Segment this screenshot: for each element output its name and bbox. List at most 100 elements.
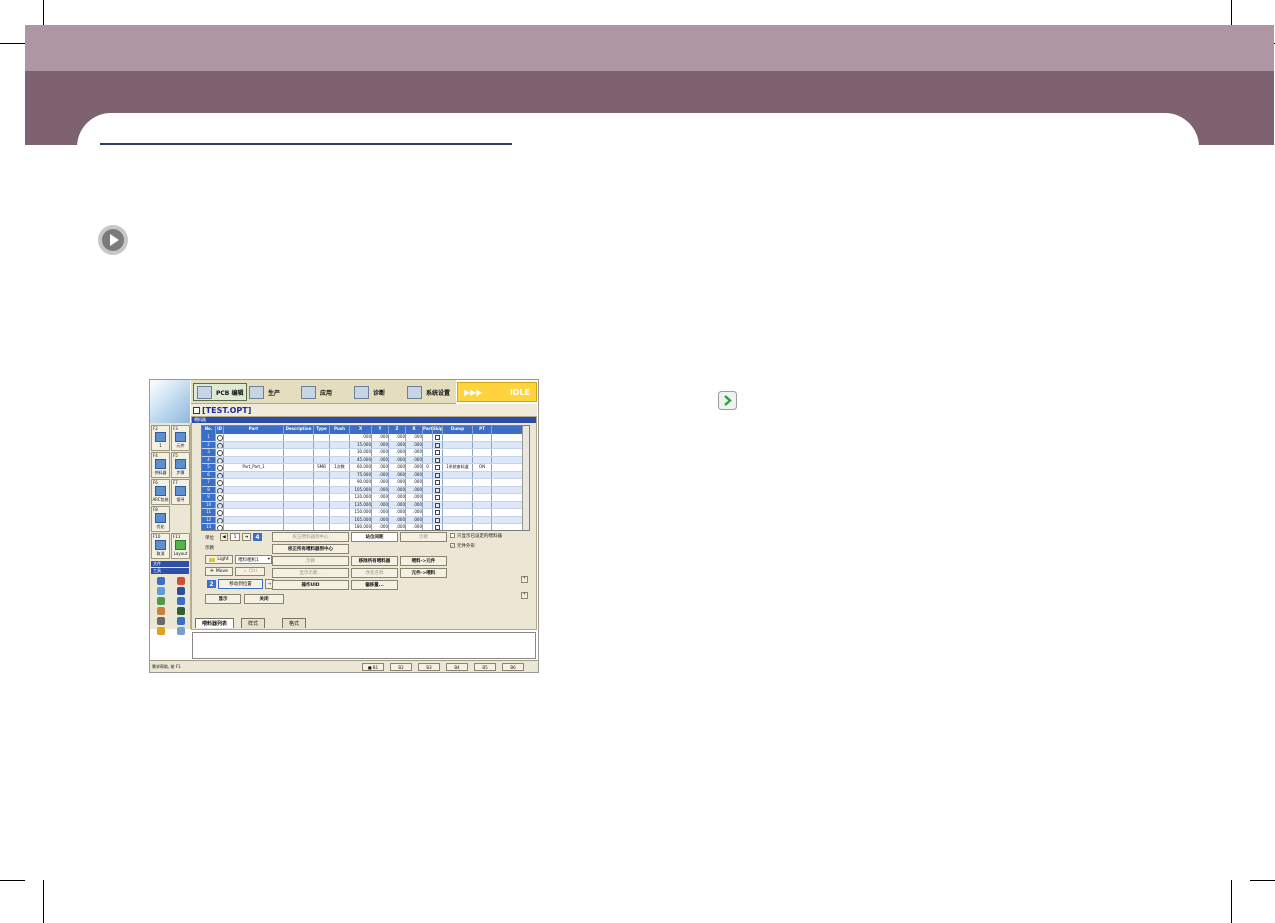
tab-diagnostics[interactable]: 诊断 (354, 383, 385, 401)
light-button[interactable]: Light (205, 555, 233, 564)
column-header[interactable]: Z (389, 426, 406, 434)
teach-button[interactable]: 示教 (272, 556, 349, 566)
skip-checkbox[interactable] (433, 524, 443, 530)
skip-checkbox[interactable] (433, 516, 443, 523)
status-button-b5[interactable]: B5 (474, 663, 496, 671)
column-header[interactable]: PartR (423, 426, 433, 434)
fkey-f2[interactable]: F2 1 (151, 425, 170, 451)
ctrl-button[interactable]: ⊥ Ctrl (235, 567, 265, 576)
skip-checkbox[interactable] (433, 486, 443, 493)
table-row[interactable]: 7 90.000.000.000.000 (202, 479, 529, 487)
close-button[interactable]: 关闭 (244, 594, 284, 604)
column-header[interactable]: Type (314, 426, 330, 434)
move-to-position-button[interactable]: 移动到位置 (218, 579, 263, 589)
status-button-b6[interactable]: B6 (502, 663, 524, 671)
column-header[interactable]: Dump (443, 426, 473, 434)
column-header[interactable]: R (406, 426, 423, 434)
only-set-checkbox[interactable] (450, 533, 455, 538)
part-shape-checkbox[interactable]: ✓ (450, 543, 455, 548)
feeder-to-part-button[interactable]: 喂料->元件 (400, 556, 447, 566)
status-button-b4[interactable]: B4 (446, 663, 468, 671)
skip-checkbox[interactable] (433, 501, 443, 508)
fkey-f11[interactable]: F11 Layout (171, 533, 190, 559)
column-header[interactable]: Part (224, 426, 284, 434)
tools-menu-select[interactable]: 工具 (151, 568, 189, 574)
table-row[interactable]: 11 150.000.000.000.000 (202, 509, 529, 517)
table-row[interactable]: 3 30.000.000.000.000 (202, 449, 529, 457)
table-row[interactable]: 2 15.000.000.000.000 (202, 441, 529, 449)
tab-pcb-edit[interactable]: PCB 编辑 (193, 383, 248, 401)
tree-icon[interactable] (157, 597, 165, 605)
operation-uid-button[interactable]: 操作UID (272, 580, 349, 590)
database-icon[interactable] (177, 607, 185, 615)
warning-icon[interactable] (157, 627, 165, 635)
column-header[interactable]: Description (284, 426, 314, 434)
bank-icon[interactable] (177, 627, 185, 635)
camera-select[interactable]: 喂料相机1 ▾ (235, 555, 272, 564)
fkey-f3[interactable]: F3 元件 (171, 425, 190, 451)
table-row[interactable]: 6 75.000.000.000.000 (202, 471, 529, 479)
column-header[interactable]: Y (372, 426, 389, 434)
file-menu-select[interactable]: 文件 (151, 561, 189, 567)
status-button-b2[interactable]: B2 (390, 663, 412, 671)
table-row[interactable]: 13 180.000.000.000.000 (202, 524, 529, 530)
network-icon[interactable] (177, 597, 185, 605)
status-button-b1[interactable]: ■ B1 (362, 663, 384, 671)
table-row[interactable]: 4 45.000.000.000.000 (202, 456, 529, 464)
column-header[interactable]: No. (202, 426, 216, 434)
column-header[interactable]: ID (216, 426, 224, 434)
step-value-field[interactable]: 1 (230, 533, 240, 541)
table-row[interactable]: 9 120.000.000.000.000 (202, 494, 529, 502)
table-scrollbar[interactable] (522, 426, 529, 530)
part-to-feeder-button[interactable]: 元件->喂料 (400, 568, 447, 578)
tab-system-settings[interactable]: 系统设置 (407, 383, 450, 401)
tab-style[interactable]: 样式 (241, 618, 266, 628)
correct-all-center-button[interactable]: 校正所有喂料器到中心 (272, 544, 349, 554)
column-header[interactable]: PT (473, 426, 492, 434)
book-icon[interactable] (157, 607, 165, 615)
tab-application[interactable]: 应用 (301, 383, 332, 401)
skip-checkbox[interactable] (433, 479, 443, 486)
fkey-f5[interactable]: F5 步骤 (171, 452, 190, 478)
tab-feeder-list[interactable]: 喂料器列表 (195, 618, 235, 628)
correct-center-button[interactable]: 校正喂料器到中心 (272, 532, 349, 542)
skip-checkbox[interactable] (433, 471, 443, 478)
table-row[interactable]: 8 105.000.000.000.000 (202, 486, 529, 494)
move-button[interactable]: ✛ Move (205, 567, 233, 576)
table-row[interactable]: 10 135.000.000.000.000 (202, 501, 529, 509)
step-right-button[interactable]: ➔ (242, 533, 251, 541)
display-button[interactable]: 显示 (205, 594, 241, 604)
column-header[interactable]: X (350, 426, 372, 434)
show-teach-button[interactable]: 显示示教... (272, 568, 349, 578)
collapse-icon[interactable]: ⇡ (521, 592, 528, 599)
rename-button[interactable]: 改变名称 (351, 568, 398, 578)
fkey-f10[interactable]: F10 取消 (151, 533, 170, 559)
expand-icon[interactable]: ⇡ (521, 576, 528, 583)
delete-all-feeders-button[interactable]: 移除所有喂料器 (351, 556, 398, 566)
skip-checkbox[interactable] (433, 434, 443, 441)
fkey-f6[interactable]: F6 ARC包装 (151, 479, 170, 505)
home-icon[interactable] (157, 577, 165, 585)
fkey-f4[interactable]: F4 供料器 (151, 452, 170, 478)
table-row[interactable]: 1.000.000.000.000 (202, 434, 529, 442)
clock-icon[interactable] (157, 617, 165, 625)
skip-checkbox[interactable] (433, 509, 443, 516)
column-header[interactable]: Skip (433, 426, 443, 434)
skip-checkbox[interactable] (433, 494, 443, 501)
table-row[interactable]: 12 165.000.000.000.000 (202, 516, 529, 524)
fkey-f8[interactable]: F8 优化 (151, 506, 170, 532)
offset-button[interactable]: 偏移量... (351, 580, 398, 590)
skip-checkbox[interactable] (433, 449, 443, 456)
tab-production[interactable]: 生产 (249, 383, 280, 401)
map-icon[interactable] (177, 617, 185, 625)
table-row[interactable]: 5 Part_Part_1 SMB 1次数 60.000.000.000.000 0 1系统… (202, 464, 529, 472)
skip-checkbox[interactable] (433, 441, 443, 448)
fkey-f7[interactable]: F7 搜寻 (171, 479, 190, 505)
pitch-button[interactable]: 站位间距 (351, 532, 398, 542)
column-header[interactable]: Push (330, 426, 350, 434)
skip-checkbox[interactable] (433, 456, 443, 463)
skip-checkbox[interactable] (433, 464, 443, 471)
tool-icon[interactable] (157, 587, 165, 595)
nozzle-icon[interactable] (177, 587, 185, 595)
step-left-button[interactable]: ◀ (220, 533, 228, 541)
